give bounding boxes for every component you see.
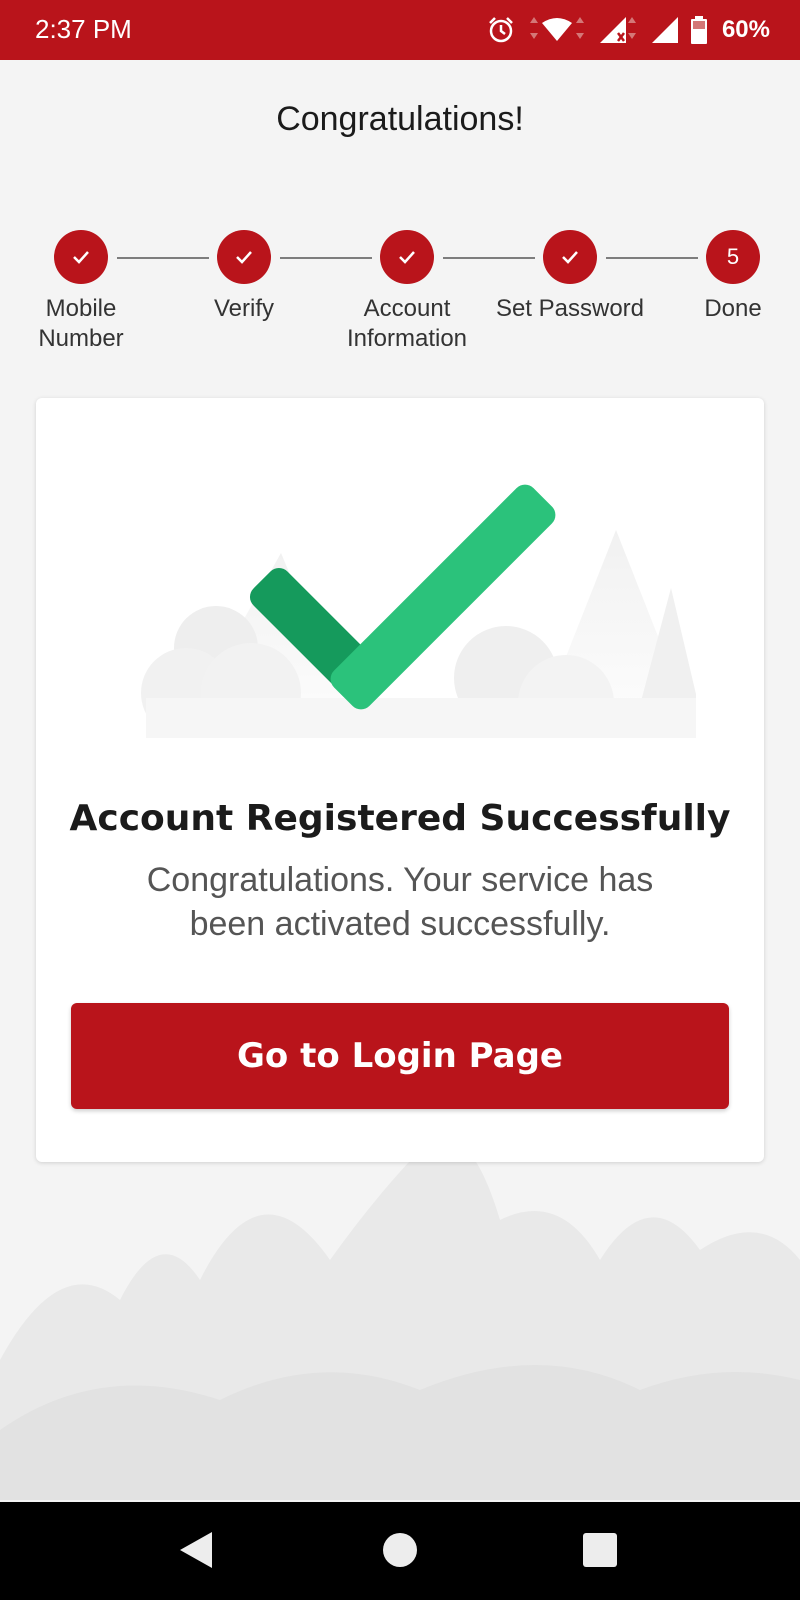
check-icon [73,251,89,264]
page-title: Congratulations! [276,100,524,138]
step-verify: Verify [164,230,324,324]
status-time: 2:37 PM [35,14,132,44]
step-number-marker: 5 [706,230,760,284]
check-icon [562,251,578,264]
step-done: 5 Done [653,230,800,324]
step-complete-marker [380,230,434,284]
success-check-illustration [106,484,696,778]
step-complete-marker [543,230,597,284]
alarm-icon [486,15,516,45]
step-label: Verify [213,295,275,322]
check-icon [399,251,415,264]
step-label: Account Information [346,295,468,352]
step-mobile-number: Mobile Number [1,230,161,354]
back-icon[interactable] [178,1530,214,1574]
signal-icon [650,15,680,45]
success-message: Congratulations. Your service has been a… [146,861,654,943]
recents-icon[interactable] [582,1530,618,1574]
step-complete-marker [217,230,271,284]
step-account-information: Account Information [327,230,487,354]
check-icon [236,251,252,264]
signal-no-service-icon [598,15,640,45]
battery-icon [690,15,708,45]
navigation-bar [0,1502,800,1600]
step-set-password: Set Password [490,230,650,324]
success-title: Account Registered Successfully [69,798,731,839]
status-icons: 60% [486,12,770,48]
battery-percent: 60% [721,16,770,43]
step-label: Set Password [495,295,645,322]
home-icon[interactable] [382,1530,418,1574]
step-label: Done [704,295,762,322]
success-card: Account Registered Successfully Congratu… [36,398,764,1162]
step-label: Mobile Number [38,295,124,352]
status-bar: 2:37 PM 60% [0,0,800,60]
go-to-login-button[interactable]: Go to Login Page [71,1003,729,1109]
progress-stepper: Mobile Number Verify Account Information… [0,230,800,360]
wifi-icon [526,15,588,45]
step-complete-marker [54,230,108,284]
